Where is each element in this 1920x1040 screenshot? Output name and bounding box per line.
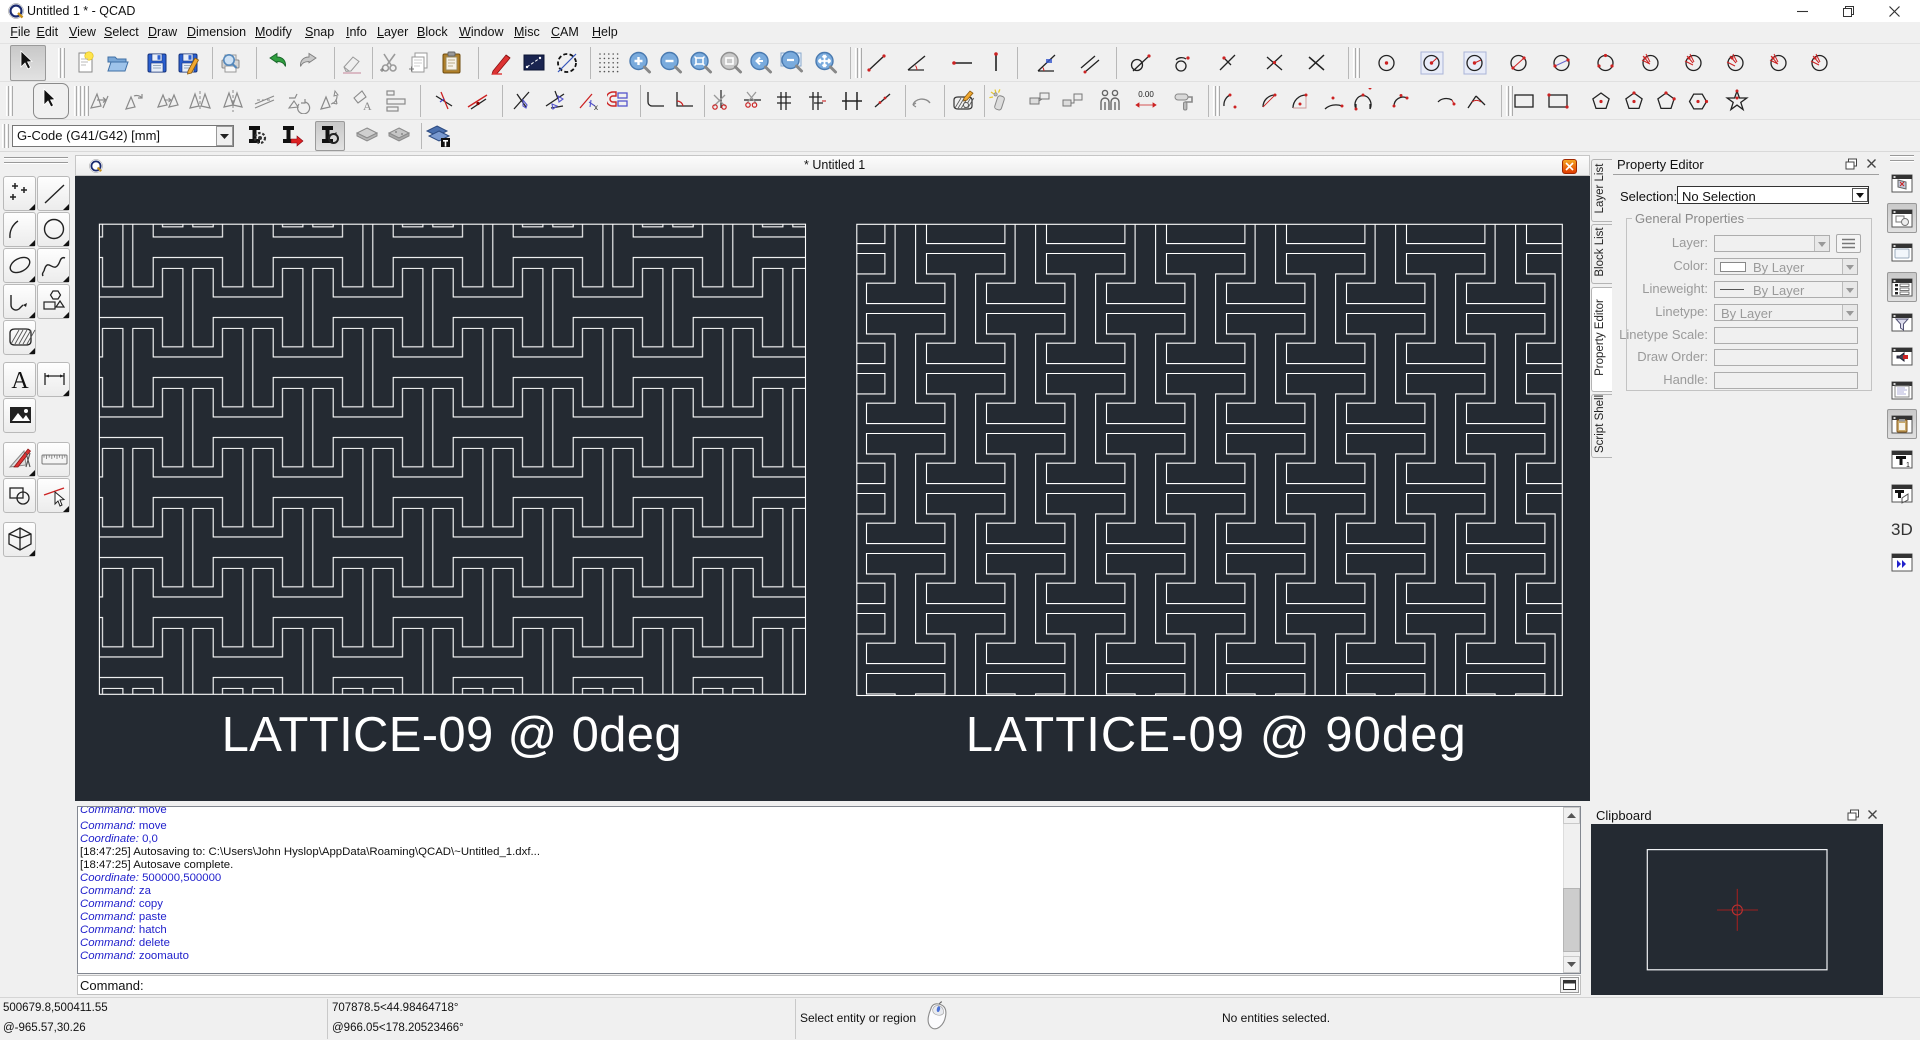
- svg-text:A: A: [11, 368, 29, 394]
- svg-text:LATTICE-09 @ 90deg: LATTICE-09 @ 90deg: [966, 708, 1466, 762]
- svg-text:x: x: [594, 103, 598, 112]
- svg-text:1: 1: [1906, 462, 1910, 469]
- svg-text:LATTICE-09 @ 0deg: LATTICE-09 @ 0deg: [222, 708, 682, 762]
- svg-text:0.00: 0.00: [1138, 90, 1154, 99]
- svg-text:3D: 3D: [1891, 520, 1913, 539]
- svg-text:A: A: [363, 99, 372, 113]
